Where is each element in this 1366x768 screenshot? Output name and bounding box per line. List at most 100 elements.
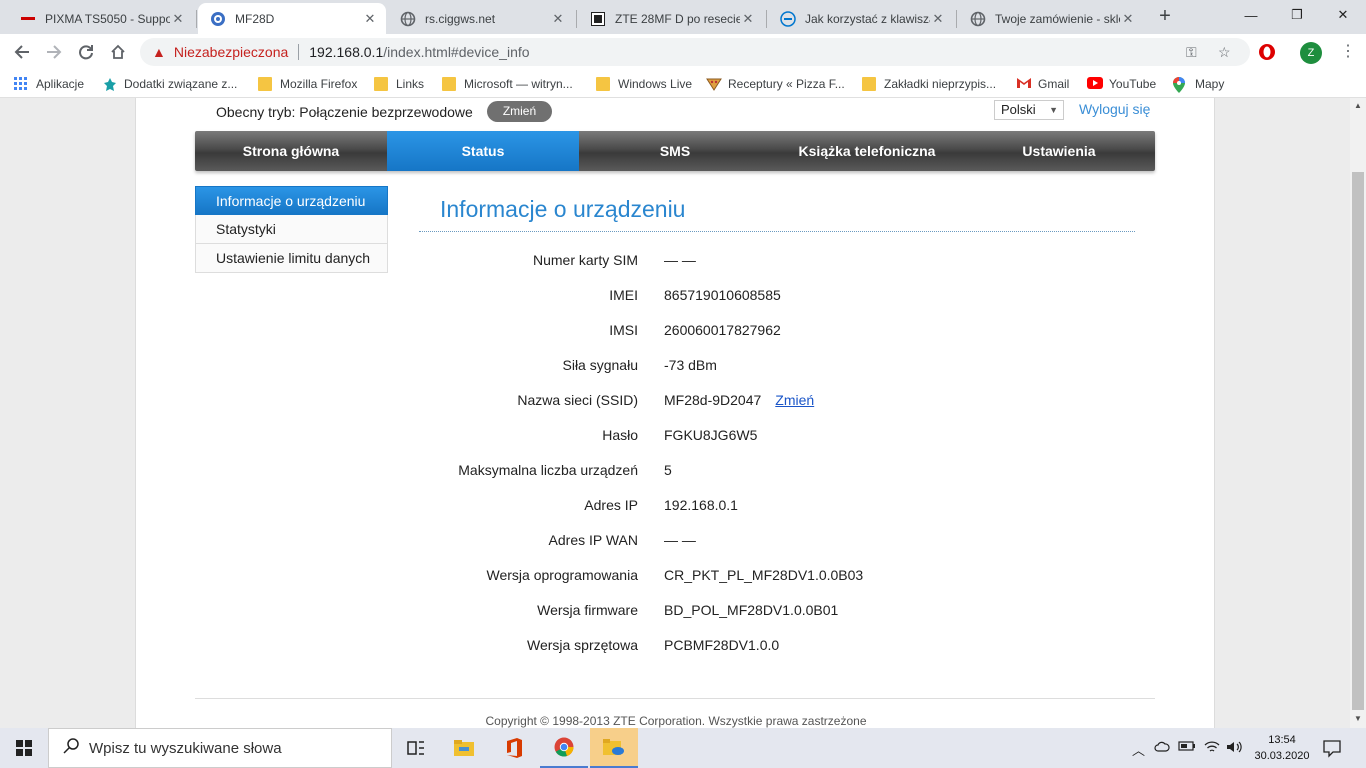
url-path[interactable]: /index.html#device_info [383,44,529,60]
info-label: Wersja firmware [537,602,638,618]
star-icon[interactable]: ☆ [1218,44,1231,61]
bookmark-label: Zakładki nieprzypis... [884,77,997,91]
start-button[interactable] [0,728,48,768]
security-label[interactable]: Niezabezpieczona [174,44,288,60]
menu-icon[interactable]: ⋮ [1340,42,1356,64]
info-row-max-devices: Maksymalna liczba urządzeń 5 [336,462,1116,482]
bookmark-pizza[interactable]: Receptury « Pizza F... [706,75,845,93]
page-viewport: Obecny tryb: Połączenie bezprzewodowe Zm… [0,98,1350,728]
bookmark-mozilla[interactable]: Mozilla Firefox [258,75,357,93]
avatar[interactable]: Z [1300,42,1322,64]
volume-icon[interactable] [1226,740,1244,757]
info-row-ssid: Nazwa sieci (SSID) MF28d-9D2047 Zmień [336,392,1116,412]
close-window-button[interactable]: ✕ [1320,0,1366,30]
clock-date: 30.03.2020 [1254,750,1310,762]
page-scrollbar[interactable]: ▲ ▼ [1350,98,1366,728]
language-value: Polski [1001,102,1036,117]
url-host[interactable]: 192.168.0.1 [309,44,383,60]
close-icon[interactable]: ✕ [1120,11,1136,27]
wifi-icon[interactable] [1204,740,1220,757]
tab-zamowienie[interactable]: Twoje zamówienie - skle ✕ [958,3,1144,34]
addons-icon [102,77,116,91]
language-select[interactable]: Polski ▼ [994,100,1064,120]
change-ssid-link[interactable]: Zmień [775,392,814,408]
nav-phonebook[interactable]: Książka telefoniczna [771,131,963,171]
nav-sms[interactable]: SMS [579,131,771,171]
taskbar-search[interactable]: Wpisz tu wyszukiwane słowa [48,728,392,768]
warning-icon[interactable]: ▲ [152,44,166,60]
bookmark-gmail[interactable]: Gmail [1016,75,1069,93]
tab-dell[interactable]: Jak korzystać z klawisza ✕ [768,3,954,34]
info-value: 192.168.0.1 [664,497,738,513]
opera-extension-icon[interactable] [1258,43,1276,61]
onedrive-folder-icon[interactable] [590,728,638,768]
side-item-device-info[interactable]: Informacje o urządzeniu [195,186,388,215]
file-explorer-icon[interactable] [440,728,488,768]
back-button[interactable] [8,38,36,66]
close-icon[interactable]: ✕ [550,11,566,27]
scroll-down-icon[interactable]: ▼ [1353,714,1363,724]
info-value: — — [664,252,696,268]
change-mode-button[interactable]: Zmień [486,101,553,122]
clock[interactable]: 13:54 30.03.2020 [1250,732,1314,764]
reload-button[interactable] [72,38,100,66]
bookmark-windows-live[interactable]: Windows Live [596,75,692,93]
tab-zte[interactable]: ZTE 28MF D po resecie ✕ [578,3,764,34]
bookmark-links[interactable]: Links [374,75,424,93]
chevron-up-icon[interactable]: ︿ [1132,740,1145,759]
address-bar[interactable]: ▲ Niezabezpieczona 192.168.0.1/index.htm… [140,38,1250,66]
task-view-icon[interactable] [392,728,440,768]
info-label: Wersja sprzętowa [526,637,638,653]
new-tab-button[interactable]: + [1153,5,1177,29]
bookmark-youtube[interactable]: YouTube [1087,75,1156,93]
info-row-imei: IMEI 865719010608585 [336,287,1116,307]
bookmark-label: Aplikacje [36,77,85,91]
bookmark-unsorted[interactable]: Zakładki nieprzypis... [862,75,996,93]
folder-icon [596,77,610,91]
forward-button[interactable] [40,38,68,66]
logout-link[interactable]: Wyloguj się [1079,101,1150,117]
maximize-button[interactable]: ❐ [1274,0,1320,30]
scroll-up-icon[interactable]: ▲ [1353,101,1363,111]
info-value: 865719010608585 [664,287,781,303]
bookmark-apps[interactable]: Aplikacje [14,75,84,93]
battery-icon[interactable] [1178,740,1196,755]
bookmark-label: Dodatki związane z... [124,77,238,91]
footer-divider [195,698,1155,699]
maps-icon [1173,77,1187,93]
nav-home[interactable]: Strona główna [195,131,387,171]
scroll-thumb[interactable] [1352,172,1364,710]
info-label: Numer karty SIM [532,252,638,268]
minimize-button[interactable]: — [1228,0,1274,30]
tab-mf28d[interactable]: MF28D ✕ [198,3,386,34]
bookmark-maps[interactable]: Mapy [1173,75,1224,93]
nav-settings[interactable]: Ustawienia [963,131,1155,171]
info-value: CR_PKT_PL_MF28DV1.0.0B03 [664,567,864,583]
mode-row: Obecny tryb: Połączenie bezprzewodowe Zm… [216,101,553,122]
close-icon[interactable]: ✕ [170,11,186,27]
reload-icon [79,45,93,60]
info-row-password: Hasło FGKU8JG6W5 [336,427,1116,447]
search-placeholder: Wpisz tu wyszukiwane słowa [89,739,282,757]
home-icon [111,44,125,59]
office-icon[interactable] [490,728,538,768]
onedrive-cloud-icon[interactable] [1154,740,1170,755]
close-icon[interactable]: ✕ [930,11,946,27]
key-icon[interactable]: ⚿ [1186,44,1197,61]
close-icon[interactable]: ✕ [740,11,756,27]
title-divider [419,231,1135,232]
bookmark-addons[interactable]: Dodatki związane z... [102,75,237,93]
bookmark-microsoft[interactable]: Microsoft — witryn... [442,75,573,93]
tab-ciggws[interactable]: rs.ciggws.net ✕ [388,3,574,34]
tab-pixma[interactable]: PIXMA TS5050 - Suppo ✕ [8,3,194,34]
close-icon[interactable]: ✕ [362,11,378,27]
chrome-icon[interactable] [540,728,588,768]
tab-strip: PIXMA TS5050 - Suppo ✕ MF28D ✕ rs.ciggws… [0,0,1366,34]
browser-toolbar: ▲ Niezabezpieczona 192.168.0.1/index.htm… [0,34,1366,70]
side-item-statistics[interactable]: Statystyki [195,215,388,244]
notification-icon[interactable] [1322,738,1342,758]
page-title: Informacje o urządzeniu [440,196,686,222]
nav-status[interactable]: Status [387,131,579,171]
chevron-down-icon: ▼ [1049,105,1058,115]
home-button[interactable] [104,38,132,66]
